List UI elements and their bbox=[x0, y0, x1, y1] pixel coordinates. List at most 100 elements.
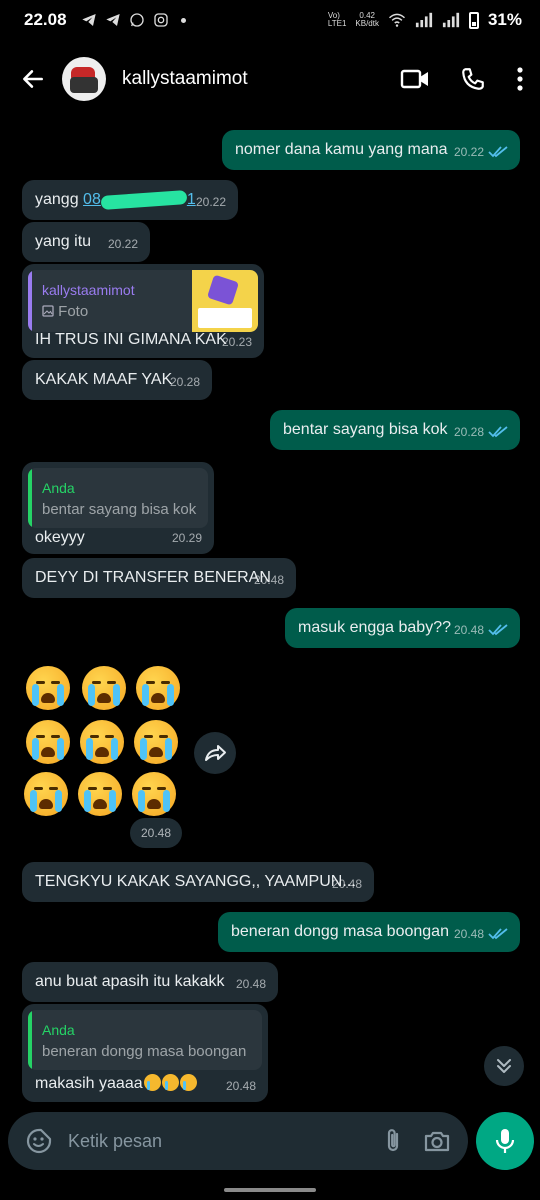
phone-number-link[interactable]: 08 1 bbox=[83, 189, 196, 210]
video-camera-icon bbox=[400, 69, 428, 89]
message-bubble-incoming-reply[interactable]: Anda bentar sayang bisa kok okeyyy 20.29 bbox=[22, 462, 214, 554]
status-time: 22.08 bbox=[24, 10, 67, 29]
read-ticks-icon bbox=[488, 928, 508, 940]
message-time: 20.28 bbox=[169, 375, 200, 389]
message-bubble-incoming[interactable]: yang itu 20.22 bbox=[22, 222, 150, 262]
home-indicator[interactable] bbox=[224, 1188, 316, 1192]
message-bubble-incoming-reply[interactable]: kallystaamimot Foto IH TRUS INI GIMANA K… bbox=[22, 264, 264, 358]
read-ticks-icon bbox=[488, 146, 508, 158]
message-meta: 20.28 bbox=[454, 422, 508, 442]
double-chevron-down-icon bbox=[497, 1059, 511, 1073]
quote-subtitle: beneran dongg masa boongan bbox=[42, 1043, 247, 1060]
voice-message-button[interactable] bbox=[476, 1112, 534, 1170]
message-bubble-incoming[interactable]: yangg 08 1 20.22 bbox=[22, 180, 238, 220]
voice-call-button[interactable] bbox=[460, 66, 486, 92]
quote-author: kallystaamimot bbox=[42, 282, 135, 298]
message-time: 20.48 bbox=[331, 877, 362, 891]
crying-face-emoji bbox=[26, 720, 70, 764]
microphone-icon bbox=[495, 1129, 515, 1153]
telegram-icon bbox=[105, 14, 120, 26]
message-bubble-incoming[interactable]: KAKAK MAAF YAK 20.28 bbox=[22, 360, 212, 400]
message-meta: 20.48 bbox=[454, 924, 508, 944]
arrow-left-icon bbox=[23, 70, 43, 88]
message-time: 20.23 bbox=[221, 335, 252, 349]
thumbnail-diamond-shape bbox=[206, 274, 240, 306]
message-text: makasih yaaaa bbox=[35, 1074, 197, 1094]
message-text: KAKAK MAAF YAK bbox=[35, 371, 173, 388]
crying-face-emoji bbox=[82, 666, 126, 710]
camera-button[interactable] bbox=[420, 1124, 454, 1158]
quote-author: Anda bbox=[42, 1022, 75, 1038]
sticker-smiley-icon bbox=[26, 1128, 52, 1154]
avatar[interactable] bbox=[62, 57, 106, 101]
message-input-bar bbox=[8, 1112, 468, 1170]
chat-area[interactable]: nomer dana kamu yang mana 20.22 yangg 08… bbox=[0, 118, 540, 1108]
quote-subtitle: bentar sayang bisa kok bbox=[42, 501, 197, 518]
quote-accent-bar bbox=[28, 1010, 32, 1070]
avatar-body-shape bbox=[70, 77, 98, 93]
message-time: 20.48 bbox=[253, 573, 284, 587]
scroll-to-bottom-button[interactable] bbox=[484, 1046, 524, 1086]
message-input[interactable] bbox=[68, 1130, 366, 1152]
thumbnail-card-shape bbox=[198, 308, 252, 328]
message-bubble-incoming[interactable]: DEYY DI TRANSFER BENERAN 20.48 bbox=[22, 558, 296, 598]
message-text: yang itu bbox=[35, 233, 92, 250]
message-bubble-outgoing[interactable]: nomer dana kamu yang mana 20.22 bbox=[222, 130, 520, 170]
crying-face-emoji bbox=[80, 720, 124, 764]
quoted-message[interactable]: kallystaamimot Foto bbox=[28, 270, 258, 332]
message-time: 20.22 bbox=[195, 195, 226, 209]
crying-face-emoji bbox=[78, 772, 122, 816]
more-vertical-icon bbox=[517, 67, 523, 91]
quote-accent-bar bbox=[28, 468, 32, 528]
message-text: anu buat apasih itu kakakk bbox=[35, 973, 225, 990]
chat-header: kallystaamimot bbox=[0, 40, 540, 118]
message-text: DEYY DI TRANSFER BENERAN bbox=[35, 569, 271, 586]
header-actions bbox=[400, 66, 524, 92]
message-time: 20.48 bbox=[453, 623, 484, 637]
message-time: 20.48 bbox=[225, 1079, 256, 1093]
emoji-button[interactable] bbox=[22, 1124, 56, 1158]
contact-name[interactable]: kallystaamimot bbox=[122, 68, 248, 90]
crying-face-emoji bbox=[161, 1074, 179, 1091]
forward-button[interactable] bbox=[194, 732, 236, 774]
back-button[interactable] bbox=[16, 62, 50, 96]
message-bubble-incoming[interactable]: TENGKYU KAKAK SAYANGG,, YAAMPUN... 20.48 bbox=[22, 862, 374, 902]
phone-icon bbox=[462, 68, 484, 90]
message-meta: 20.22 bbox=[454, 142, 508, 162]
signal-icon bbox=[415, 12, 433, 28]
status-left: 22.08 bbox=[24, 10, 186, 30]
instagram-icon bbox=[153, 13, 168, 27]
read-ticks-icon bbox=[488, 426, 508, 438]
message-bubble-incoming-reply[interactable]: Anda beneran dongg masa boongan makasih … bbox=[22, 1004, 268, 1102]
attach-button[interactable] bbox=[376, 1124, 410, 1158]
message-text: nomer dana kamu yang mana bbox=[235, 141, 448, 158]
quoted-message[interactable]: Anda bentar sayang bisa kok bbox=[28, 468, 208, 528]
crying-face-emoji bbox=[24, 772, 68, 816]
quote-author: Anda bbox=[42, 480, 75, 496]
more-options-button[interactable] bbox=[516, 66, 524, 92]
message-bubble-outgoing[interactable]: beneran dongg masa boongan 20.48 bbox=[218, 912, 520, 952]
telegram-icon bbox=[81, 14, 96, 26]
crying-face-emoji bbox=[132, 772, 176, 816]
message-time: 20.28 bbox=[453, 425, 484, 439]
message-time: 20.29 bbox=[171, 531, 202, 545]
message-time: 20.48 bbox=[235, 977, 266, 991]
crying-face-emoji bbox=[143, 1074, 161, 1091]
battery-percent: 31% bbox=[487, 10, 522, 29]
quote-photo-thumbnail bbox=[192, 270, 258, 332]
crying-face-emoji bbox=[136, 666, 180, 710]
quoted-message[interactable]: Anda beneran dongg masa boongan bbox=[28, 1010, 262, 1070]
message-bubble-incoming[interactable]: anu buat apasih itu kakakk 20.48 bbox=[22, 962, 278, 1002]
message-meta: 20.48 bbox=[454, 620, 508, 640]
message-bubble-outgoing[interactable]: masuk engga baby?? 20.48 bbox=[285, 608, 520, 648]
battery-icon bbox=[468, 11, 479, 29]
notification-dot-icon bbox=[180, 17, 186, 23]
forward-arrow-icon bbox=[205, 745, 226, 761]
video-call-button[interactable] bbox=[400, 67, 430, 91]
message-time: 20.22 bbox=[453, 145, 484, 159]
message-text: masuk engga baby?? bbox=[298, 619, 451, 636]
crying-face-emoji bbox=[134, 720, 178, 764]
message-bubble-outgoing[interactable]: bentar sayang bisa kok 20.28 bbox=[270, 410, 520, 450]
volte-indicator: Vo) LTE1 bbox=[327, 11, 347, 28]
whatsapp-icon bbox=[129, 13, 144, 27]
